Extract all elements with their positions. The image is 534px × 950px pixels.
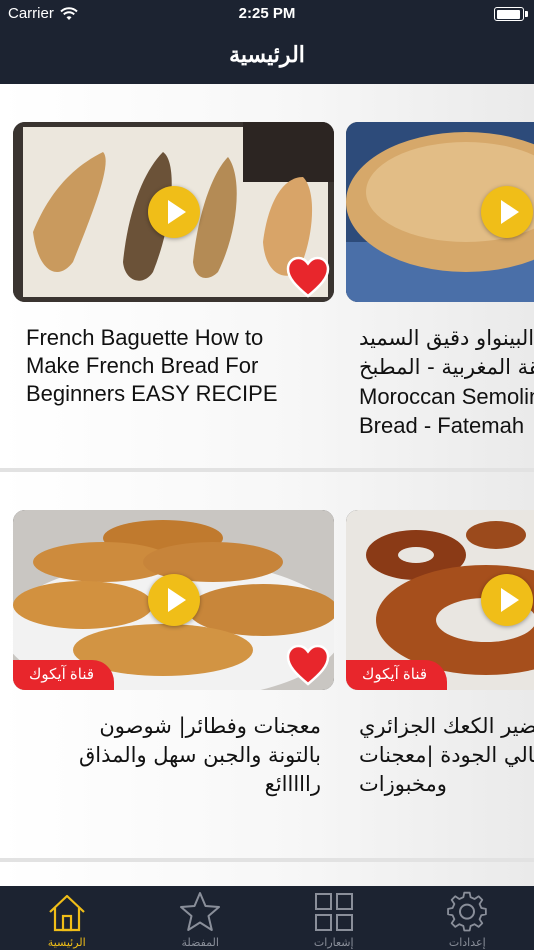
video-feed[interactable]: French Baguette How to Make French Bread… — [0, 84, 534, 886]
status-time: 2:25 PM — [238, 5, 296, 22]
video-title-line: Bread - Fatemah — [359, 413, 525, 438]
tab-settings[interactable]: إعدادات — [401, 886, 534, 950]
video-title[interactable]: معجنات وفطائر| شوصون بالتونة والجبن سهل … — [13, 712, 334, 799]
video-title-line: Moroccan Semolina — [359, 384, 534, 409]
video-card[interactable]: French Baguette How to Make French Bread… — [13, 122, 334, 408]
play-button[interactable] — [147, 574, 200, 626]
video-title[interactable]: French Baguette How to Make French Bread… — [13, 324, 334, 408]
video-title-line: بالطريقة المغربية - المطبخ — [359, 355, 534, 379]
page-title: الرئيسية — [229, 42, 305, 67]
video-title-line: رااااائع — [264, 772, 321, 796]
video-title-line: Beginners EASY RECIPE — [26, 381, 278, 406]
video-card[interactable]: قناة آيكوك معجنات وفطائر| شوصون بالتونة … — [13, 510, 334, 799]
video-title-line: طريقة تحضير الكعك الجزائري — [359, 714, 534, 738]
video-title-line: بالتونة والجبن سهل والمذاق — [78, 743, 321, 767]
play-button[interactable] — [480, 186, 533, 238]
video-title[interactable]: طريقة تحضير الكعك الجزائري عالي الجودة |… — [346, 712, 534, 799]
tab-label: إعدادات — [448, 936, 486, 949]
heart-icon[interactable] — [286, 256, 330, 298]
video-title-line: طريقة خبز البينواو دقيق السميد — [359, 326, 534, 350]
video-thumbnail[interactable]: قناة آيكوك — [13, 510, 334, 690]
tab-home[interactable]: الرئيسية — [0, 886, 134, 950]
channel-badge: قناة آيكوك — [346, 660, 448, 690]
video-card[interactable]: قناة آيكوك طريقة تحضير الكعك الجزائري عا… — [346, 510, 534, 799]
video-title-line: French Baguette How to — [26, 325, 264, 350]
nav-bar: الرئيسية — [0, 28, 534, 84]
video-thumbnail[interactable] — [346, 122, 534, 302]
status-bar: Carrier 2:25 PM — [0, 0, 534, 28]
video-title-line: Make French Bread For — [26, 353, 259, 378]
home-icon — [48, 894, 85, 932]
battery-icon — [494, 7, 528, 21]
video-title-line: ومخبوزات — [359, 772, 447, 796]
video-card[interactable]: طريقة خبز البينواو دقيق السميد بالطريقة … — [346, 122, 534, 440]
video-title-line: معجنات وفطائر| شوصون — [99, 714, 321, 738]
tab-label: المفضلة — [181, 936, 219, 949]
star-icon — [180, 892, 221, 931]
tab-favorites[interactable]: المفضلة — [134, 886, 268, 950]
play-button[interactable] — [480, 574, 533, 626]
tab-label: الرئيسية — [47, 936, 86, 949]
video-thumbnail[interactable]: قناة آيكوك — [346, 510, 534, 690]
video-row[interactable]: قناة آيكوك معجنات وفطائر| شوصون بالتونة … — [0, 472, 534, 858]
grid-icon — [314, 893, 353, 931]
heart-icon[interactable] — [286, 644, 330, 686]
video-title-line: عالي الجودة |معجنات — [359, 743, 534, 767]
tab-bar: الرئيسية المفضلة إشعارات إعدادات — [0, 886, 534, 950]
gear-icon — [447, 891, 488, 932]
play-button[interactable] — [147, 186, 200, 238]
next-row-peek — [0, 862, 534, 886]
channel-badge: قناة آيكوك — [13, 660, 115, 690]
tab-notifications[interactable]: إشعارات — [267, 886, 401, 950]
video-title[interactable]: طريقة خبز البينواو دقيق السميد بالطريقة … — [346, 324, 534, 440]
tab-label: إشعارات — [313, 936, 354, 949]
video-row[interactable]: French Baguette How to Make French Bread… — [0, 84, 534, 468]
video-thumbnail[interactable] — [13, 122, 334, 302]
